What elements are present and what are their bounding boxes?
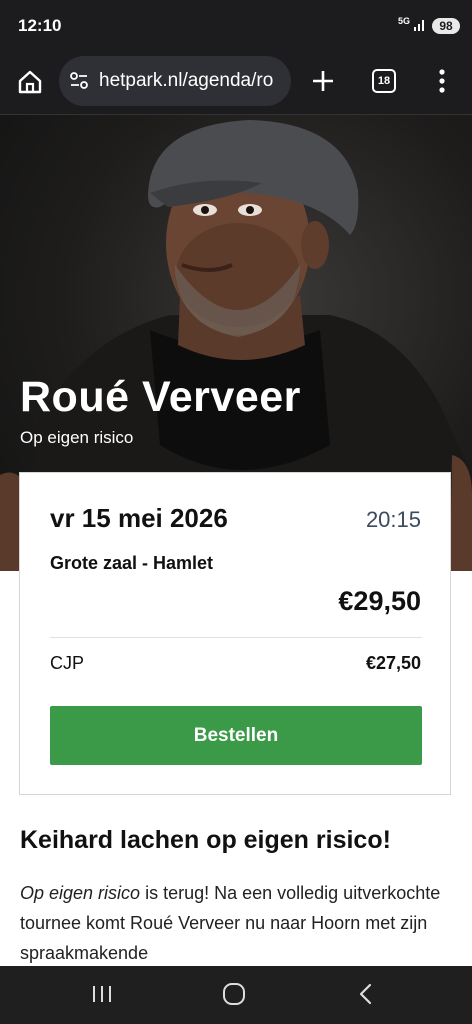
- status-time: 12:10: [18, 16, 62, 35]
- discount-price: €27,50: [365, 653, 421, 673]
- site-settings-icon[interactable]: [69, 71, 89, 91]
- signal-icon: [414, 20, 424, 31]
- url-text: hetpark.nl/agenda/ro: [99, 70, 274, 91]
- show-title: Op eigen risico: [20, 428, 134, 447]
- address-bar[interactable]: hetpark.nl/agenda/ro: [59, 56, 291, 106]
- plus-icon[interactable]: [310, 68, 336, 94]
- back-icon[interactable]: [356, 983, 376, 1005]
- network-indicator: 5G: [398, 16, 411, 26]
- intro-emphasis: Op eigen risico: [20, 883, 141, 903]
- article-headline: Keihard lachen op eigen risico!: [20, 826, 391, 854]
- show-date: vr 15 mei 2026: [50, 503, 228, 533]
- order-button[interactable]: Bestellen: [50, 706, 422, 765]
- more-vert-icon[interactable]: [432, 68, 452, 94]
- ticket-card: vr 15 mei 2026 20:15 Grote zaal - Hamlet…: [19, 472, 451, 795]
- show-time: 20:15: [365, 507, 421, 532]
- browser-toolbar: hetpark.nl/agenda/ro 18: [0, 52, 472, 115]
- status-bar: 12:10 5G 98: [0, 0, 472, 52]
- home-icon[interactable]: [17, 69, 43, 95]
- article-intro: Op eigen risico is terug! Na een volledi…: [20, 878, 456, 968]
- nav-home-icon[interactable]: [222, 982, 246, 1006]
- battery-indicator: 98: [432, 18, 460, 34]
- tab-switcher-icon[interactable]: 18: [372, 69, 396, 93]
- system-navigation-bar: [0, 966, 472, 1024]
- ticket-price: €29,50: [338, 586, 421, 616]
- recents-icon[interactable]: [91, 983, 113, 1005]
- discount-label: CJP: [50, 653, 85, 673]
- price-divider: [50, 637, 422, 638]
- show-venue: Grote zaal - Hamlet: [50, 553, 214, 573]
- performer-name: Roué Verveer: [20, 373, 301, 421]
